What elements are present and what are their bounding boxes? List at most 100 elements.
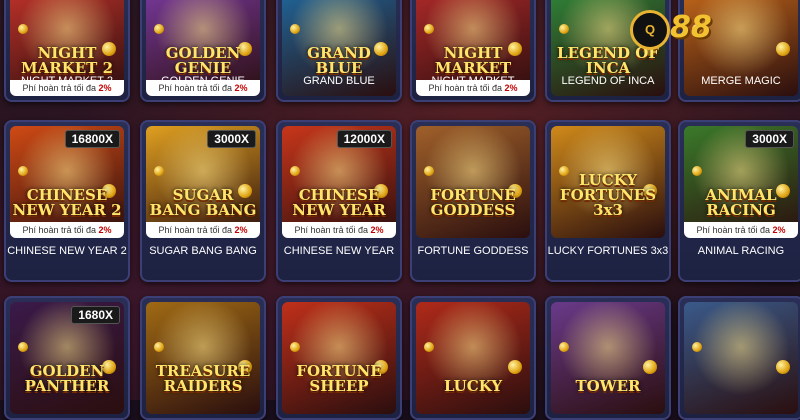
game-card[interactable]: NIGHT MARKET Phí hoàn trả tối đa 2% NIGHT … <box>410 0 536 102</box>
coin-icon <box>643 360 657 374</box>
game-thumbnail[interactable]: ANIMAL RACING 3000X Phí hoàn trả tối đa 2% <box>684 126 798 238</box>
refund-value: 2% <box>772 225 786 235</box>
coin-icon <box>290 166 300 176</box>
coin-icon <box>154 342 164 352</box>
game-artwork <box>551 302 665 414</box>
game-logo-title: TOWER <box>575 377 641 395</box>
game-logo-title: CHINESE NEW YEAR 2 <box>12 186 122 219</box>
game-card[interactable]: NIGHT MARKET 2 Phí hoàn trả tối đa 2% NIGH… <box>4 0 130 102</box>
coin-icon <box>154 24 164 34</box>
game-logo-title: ANIMAL RACING <box>705 186 777 219</box>
refund-value: 2% <box>98 225 112 235</box>
game-logo-title: LUCKY <box>443 377 503 395</box>
coin-icon <box>290 342 300 352</box>
game-name[interactable]: GOLDEN GENIE <box>140 74 266 88</box>
game-logo-title: TREASURE RAIDERS <box>155 362 251 395</box>
game-name[interactable]: FORTUNE GODDESS <box>410 244 536 258</box>
coin-icon <box>508 360 522 374</box>
refund-banner: Phí hoàn trả tối đa 2% <box>282 222 396 238</box>
game-artwork <box>146 302 260 414</box>
game-thumbnail[interactable]: TREASURE RAIDERS <box>146 302 260 414</box>
game-card[interactable] <box>678 296 800 420</box>
game-logo-title: NIGHT MARKET 2 <box>21 44 113 77</box>
refund-banner: Phí hoàn trả tối đa 2% <box>10 222 124 238</box>
game-card[interactable]: TREASURE RAIDERS <box>140 296 266 420</box>
q88-logo: Q 88 <box>630 8 740 50</box>
game-card[interactable]: GOLDEN PANTHER 1680X <box>4 296 130 420</box>
game-artwork <box>416 126 530 238</box>
coin-icon <box>559 342 569 352</box>
game-artwork <box>282 302 396 414</box>
refund-value: 2% <box>370 225 384 235</box>
coin-icon <box>424 24 434 34</box>
refund-value: 2% <box>234 225 248 235</box>
refund-label: Phí hoàn trả tối đa <box>158 225 233 235</box>
game-name[interactable]: MERGE MAGIC <box>678 74 800 88</box>
game-card[interactable]: ANIMAL RACING 3000X Phí hoàn trả tối đa 2%… <box>678 120 800 282</box>
game-card[interactable]: GOLDEN GENIE Phí hoàn trả tối đa 2% GOLDEN… <box>140 0 266 102</box>
coin-icon <box>424 342 434 352</box>
game-card[interactable]: LUCKY <box>410 296 536 420</box>
game-thumbnail[interactable]: SUGAR BANG BANG 3000X Phí hoàn trả tối đa … <box>146 126 260 238</box>
refund-banner: Phí hoàn trả tối đa 2% <box>684 222 798 238</box>
coin-icon <box>18 24 28 34</box>
game-grid: NIGHT MARKET 2 Phí hoàn trả tối đa 2% NIGH… <box>0 0 800 420</box>
coin-icon <box>18 342 28 352</box>
game-artwork <box>416 302 530 414</box>
multiplier-badge: 3000X <box>207 130 256 148</box>
game-name[interactable]: NIGHT MARKET 2 <box>4 74 130 88</box>
game-card[interactable]: SUGAR BANG BANG 3000X Phí hoàn trả tối đa … <box>140 120 266 282</box>
game-card[interactable]: LUCKY FORTUNES 3x3 LUCKY FORTUNES 3x3 <box>545 120 671 282</box>
multiplier-badge: 3000X <box>745 130 794 148</box>
game-card[interactable]: CHINESE NEW YEAR 2 16800X Phí hoàn trả tối… <box>4 120 130 282</box>
game-name[interactable]: NIGHT MARKET <box>410 74 536 88</box>
refund-banner: Phí hoàn trả tối đa 2% <box>146 222 260 238</box>
multiplier-badge: 16800X <box>64 130 120 148</box>
game-logo-title: LEGEND OF INCA <box>557 44 659 77</box>
game-logo-title: FORTUNE SHEEP <box>296 362 382 395</box>
coin-icon <box>692 342 702 352</box>
coin-icon <box>290 24 300 34</box>
coin-icon <box>18 166 28 176</box>
coin-icon <box>776 360 790 374</box>
game-name[interactable]: CHINESE NEW YEAR 2 <box>4 244 130 258</box>
game-thumbnail[interactable]: TOWER <box>551 302 665 414</box>
game-name[interactable]: SUGAR BANG BANG <box>140 244 266 258</box>
game-logo-title: FORTUNE GODDESS <box>430 186 516 219</box>
game-card[interactable]: CHINESE NEW YEAR 12000X Phí hoàn trả tối đ… <box>276 120 402 282</box>
game-name[interactable]: LUCKY FORTUNES 3x3 <box>545 244 671 258</box>
coin-icon <box>692 166 702 176</box>
game-card[interactable]: TOWER <box>545 296 671 420</box>
game-name[interactable]: GRAND BLUE <box>276 74 402 88</box>
logo-text: 88 <box>670 10 712 45</box>
game-thumbnail[interactable] <box>684 302 798 414</box>
refund-label: Phí hoàn trả tối đa <box>696 225 771 235</box>
game-thumbnail[interactable]: FORTUNE GODDESS <box>416 126 530 238</box>
game-thumbnail[interactable]: GOLDEN PANTHER 1680X <box>10 302 124 414</box>
game-name[interactable]: CHINESE NEW YEAR <box>276 244 402 258</box>
game-name[interactable]: LEGEND OF INCA <box>545 74 671 88</box>
game-thumbnail[interactable]: FORTUNE SHEEP <box>282 302 396 414</box>
game-artwork <box>684 302 798 414</box>
multiplier-badge: 12000X <box>336 130 392 148</box>
coin-icon <box>424 166 434 176</box>
game-logo-title: GOLDEN PANTHER <box>24 362 110 395</box>
logo-badge: Q <box>630 10 670 50</box>
game-logo-title: LUCKY FORTUNES 3x3 <box>559 171 657 219</box>
game-card[interactable]: FORTUNE SHEEP <box>276 296 402 420</box>
game-logo-title: CHINESE NEW YEAR <box>292 186 386 219</box>
game-logo-title: GOLDEN GENIE <box>165 44 241 77</box>
game-logo-title: SUGAR BANG BANG <box>149 186 257 219</box>
game-thumbnail[interactable]: CHINESE NEW YEAR 12000X Phí hoàn trả tối đ… <box>282 126 396 238</box>
refund-label: Phí hoàn trả tối đa <box>22 225 97 235</box>
game-thumbnail[interactable]: LUCKY <box>416 302 530 414</box>
game-name[interactable]: ANIMAL RACING <box>678 244 800 258</box>
refund-label: Phí hoàn trả tối đa <box>294 225 369 235</box>
game-thumbnail[interactable]: LUCKY FORTUNES 3x3 <box>551 126 665 238</box>
coin-icon <box>154 166 164 176</box>
coin-icon <box>776 42 790 56</box>
game-card[interactable]: GRAND BLUE GRAND BLUE <box>276 0 402 102</box>
game-thumbnail[interactable]: CHINESE NEW YEAR 2 16800X Phí hoàn trả tối… <box>10 126 124 238</box>
multiplier-badge: 1680X <box>71 306 120 324</box>
game-card[interactable]: FORTUNE GODDESS FORTUNE GODDESS <box>410 120 536 282</box>
